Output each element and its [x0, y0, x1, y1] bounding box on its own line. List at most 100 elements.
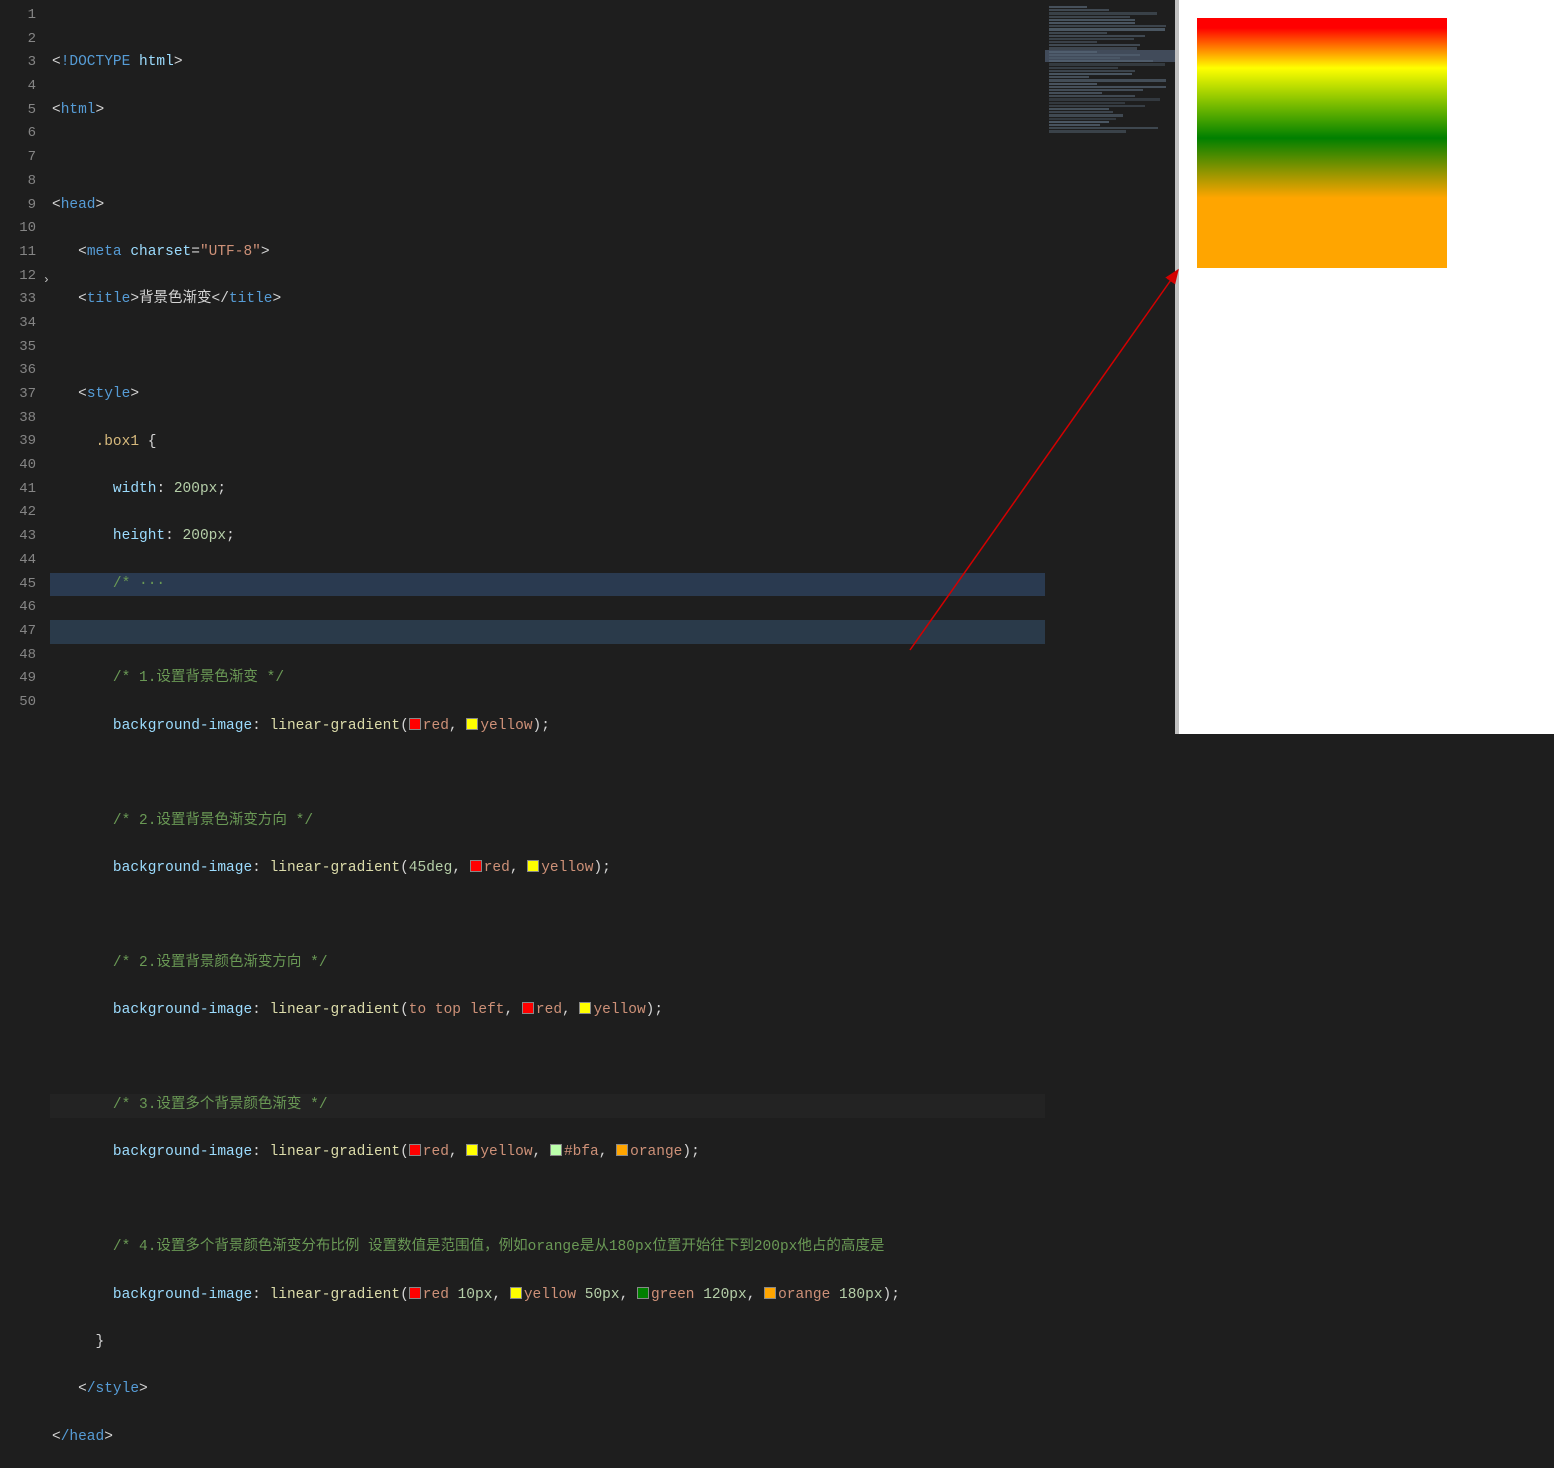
code-line[interactable] — [50, 1047, 1175, 1071]
editor-body: 123456789101112›333435363738394041424344… — [0, 0, 1175, 1468]
preview-pane — [1175, 0, 1554, 734]
line-number: 40 — [0, 454, 36, 478]
line-number: 46 — [0, 596, 36, 620]
code-line[interactable]: /* 4.设置多个背景颜色渐变分布比例 设置数值是范围值，例如orange是从1… — [50, 1236, 1175, 1260]
code-line[interactable] — [50, 620, 1175, 644]
code-line[interactable] — [50, 336, 1175, 360]
minimap-line — [1049, 47, 1137, 49]
minimap-line — [1049, 70, 1135, 72]
code-line[interactable]: <title>背景色渐变</title> — [50, 288, 1175, 312]
line-number: 6 — [0, 122, 36, 146]
line-number: 44 — [0, 549, 36, 573]
line-number: 1 — [0, 4, 36, 28]
line-number: 43 — [0, 525, 36, 549]
code-line[interactable] — [50, 904, 1175, 928]
minimap-line — [1049, 79, 1166, 81]
minimap-line — [1049, 118, 1116, 120]
code-line[interactable]: /* 3.设置多个背景颜色渐变 */ — [50, 1094, 1175, 1118]
minimap-line — [1049, 51, 1097, 53]
minimap-line — [1049, 127, 1158, 129]
code-line[interactable]: <style> — [50, 383, 1175, 407]
minimap-line — [1049, 57, 1120, 59]
minimap-line — [1049, 76, 1089, 78]
code-line[interactable]: </style> — [50, 1378, 1175, 1402]
line-number: 5 — [0, 99, 36, 123]
line-number: 36 — [0, 359, 36, 383]
editor-pane: 123456789101112›333435363738394041424344… — [0, 0, 1175, 734]
code-line[interactable]: background-image: linear-gradient(red, y… — [50, 1141, 1175, 1165]
minimap-line — [1049, 92, 1102, 94]
code-line[interactable]: width: 200px; — [50, 478, 1175, 502]
color-swatch-bfa[interactable] — [550, 1144, 562, 1156]
line-number: 7 — [0, 146, 36, 170]
code-line[interactable]: <head> — [50, 194, 1175, 218]
minimap-line — [1049, 63, 1165, 65]
gradient-preview-box — [1197, 18, 1447, 268]
code-line[interactable]: /* 1.设置背景色渐变 */ — [50, 667, 1175, 691]
color-swatch-orange[interactable] — [764, 1287, 776, 1299]
color-swatch-red[interactable] — [522, 1002, 534, 1014]
line-number: 38 — [0, 407, 36, 431]
code-line[interactable] — [50, 1189, 1175, 1213]
minimap-line — [1049, 54, 1140, 56]
minimap-line — [1049, 73, 1132, 75]
code-line[interactable]: background-image: linear-gradient(45deg,… — [50, 857, 1175, 881]
code-line[interactable]: background-image: linear-gradient(to top… — [50, 999, 1175, 1023]
minimap-line — [1049, 41, 1097, 43]
code-line-folded[interactable]: /* ··· — [50, 573, 1175, 597]
minimap-line — [1049, 83, 1097, 85]
code-line[interactable] — [50, 762, 1175, 786]
minimap-line — [1049, 67, 1118, 69]
code-line[interactable]: background-image: linear-gradient(red 10… — [50, 1284, 1175, 1308]
color-swatch-red[interactable] — [409, 1144, 421, 1156]
color-swatch-green[interactable] — [637, 1287, 649, 1299]
minimap-line — [1049, 130, 1126, 132]
color-swatch-red[interactable] — [470, 860, 482, 872]
color-swatch-yellow[interactable] — [579, 1002, 591, 1014]
line-number: 39 — [0, 430, 36, 454]
code-line[interactable]: /* 2.设置背景颜色渐变方向 */ — [50, 952, 1175, 976]
code-line[interactable]: <!DOCTYPE html> — [50, 51, 1175, 75]
line-number: 35 — [0, 336, 36, 360]
color-swatch-red[interactable] — [409, 718, 421, 730]
code-line[interactable] — [50, 146, 1175, 170]
code-line[interactable]: background-image: linear-gradient(red, y… — [50, 715, 1175, 739]
color-swatch-yellow[interactable] — [510, 1287, 522, 1299]
minimap-line — [1049, 44, 1140, 46]
code-line[interactable]: height: 200px; — [50, 525, 1175, 549]
minimap-line — [1049, 6, 1087, 8]
line-number: 3 — [0, 51, 36, 75]
code-line[interactable]: .box1 { — [50, 431, 1175, 455]
line-number-gutter[interactable]: 123456789101112›333435363738394041424344… — [0, 0, 50, 1468]
minimap-line — [1049, 124, 1100, 126]
chevron-right-icon[interactable]: › — [43, 269, 50, 293]
color-swatch-orange[interactable] — [616, 1144, 628, 1156]
line-number: 47 — [0, 620, 36, 644]
code-line[interactable]: </head> — [50, 1426, 1175, 1450]
color-swatch-red[interactable] — [409, 1287, 421, 1299]
minimap-line — [1049, 16, 1130, 18]
minimap-line — [1049, 9, 1109, 11]
minimap-line — [1049, 60, 1153, 62]
line-number: 12› — [0, 265, 36, 289]
line-number: 9 — [0, 194, 36, 218]
line-number: 34 — [0, 312, 36, 336]
minimap-line — [1049, 95, 1135, 97]
minimap[interactable] — [1045, 0, 1175, 1468]
line-number: 4 — [0, 75, 36, 99]
code-area[interactable]: <!DOCTYPE html> <html> <head> <meta char… — [50, 0, 1175, 1468]
color-swatch-yellow[interactable] — [466, 718, 478, 730]
code-line[interactable]: <meta charset="UTF-8"> — [50, 241, 1175, 265]
minimap-line — [1049, 35, 1145, 37]
minimap-line — [1049, 114, 1123, 116]
line-number: 48 — [0, 644, 36, 668]
line-number: 42 — [0, 501, 36, 525]
minimap-line — [1049, 121, 1109, 123]
color-swatch-yellow[interactable] — [527, 860, 539, 872]
code-line[interactable]: /* 2.设置背景色渐变方向 */ — [50, 810, 1175, 834]
color-swatch-yellow[interactable] — [466, 1144, 478, 1156]
line-number: 37 — [0, 383, 36, 407]
code-line[interactable]: <html> — [50, 99, 1175, 123]
code-line[interactable]: } — [50, 1331, 1175, 1355]
line-number: 8 — [0, 170, 36, 194]
